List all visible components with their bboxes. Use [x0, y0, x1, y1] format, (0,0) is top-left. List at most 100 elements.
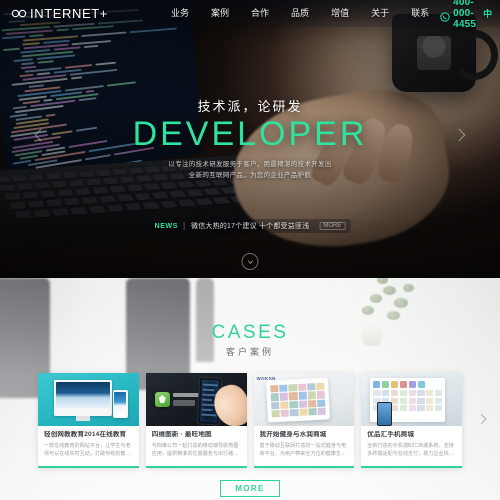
- thumbnail-cell: [270, 393, 279, 401]
- case-card-title: 四维图新 · 最旺地图: [152, 431, 241, 439]
- nav-item-business[interactable]: 业务: [160, 0, 200, 27]
- nav-item-value-added[interactable]: 增值: [320, 0, 360, 27]
- scroll-down-button[interactable]: [242, 253, 259, 270]
- cases-title-en: CASES: [0, 322, 500, 344]
- case-card-body: 四维图新 · 最旺地图 与四维公司一起打造的移动端导航地图应用，提供精准的位置服…: [146, 426, 247, 466]
- cases-next-button[interactable]: [476, 410, 490, 428]
- news-divider: [184, 222, 185, 230]
- thumbnail-cell: [298, 392, 307, 400]
- nav-item-cooperation[interactable]: 合作: [240, 0, 280, 27]
- case-card[interactable]: WOKSN 我开始健身与水润商城 基于移动互联网打造的一站式健身与电商平台，为用…: [254, 373, 355, 468]
- thumbnail-cell: [271, 410, 280, 418]
- store-tab-icon: [409, 381, 416, 388]
- case-card-body: 轻创网教教育2014在线教育 一款在线教育的网站平台，让学生与老师可以在线实时互…: [38, 426, 139, 466]
- thumbnail-cell: [317, 407, 326, 415]
- nav-menu: 业务 案例 合作 品质 增值 关于 联系: [160, 0, 440, 27]
- store-grid-cell: [409, 390, 416, 396]
- infinity-icon: [11, 8, 27, 19]
- thumbnail-cell: [298, 408, 307, 416]
- thumbnail-cell: [308, 408, 317, 416]
- thumbnail-cell: [280, 409, 289, 417]
- cases-section: CASES 客户案例 轻创网教教育2014在线教育 一款在线教育的网站平台，让学…: [0, 278, 500, 500]
- nav-item-cases[interactable]: 案例: [200, 0, 240, 27]
- case-card[interactable]: 四维图新 · 最旺地图 与四维公司一起打造的移动端导航地图应用，提供精准的位置服…: [146, 373, 247, 468]
- thumbnail-cell: [307, 400, 316, 408]
- store-grid-cell: [426, 398, 433, 404]
- store-grid-cell: [426, 405, 433, 411]
- monitor-screen: [56, 382, 110, 408]
- case-card-desc: 一款在线教育的网站平台，让学生与老师可以在线实时互动，打破传统的教学模式，更加便…: [44, 442, 133, 459]
- cases-more-button[interactable]: MORE: [220, 480, 280, 497]
- store-grid-cell: [435, 390, 442, 396]
- store-tab-icon: [373, 381, 380, 388]
- case-card-media: [361, 373, 462, 426]
- monitor-mockup: [54, 380, 112, 416]
- thumbnail-cell: [288, 384, 297, 392]
- store-tab-icon: [391, 381, 398, 388]
- thumbnail-cell: [271, 401, 280, 409]
- store-grid-cell: [409, 405, 416, 411]
- case-card[interactable]: 优品汇手机商城 全新打造的手机端B2C商城系统，支持多终端适配与在线支付，助力企…: [361, 373, 462, 468]
- case-card-title: 优品汇手机商城: [367, 431, 456, 439]
- thumbnail-cell: [270, 385, 279, 393]
- store-grid-cell: [417, 398, 424, 404]
- store-grid-cell: [417, 390, 424, 396]
- thumbnail-cell: [279, 393, 288, 401]
- store-tab-icon: [382, 381, 389, 388]
- thumbnail-cell: [307, 391, 316, 399]
- nav-item-about[interactable]: 关于: [360, 0, 400, 27]
- app-sub-bar: [173, 400, 195, 406]
- store-grid-cell: [435, 398, 442, 404]
- slider-next-button[interactable]: [452, 124, 470, 146]
- phone-screen: [114, 392, 126, 417]
- news-label: NEWS: [155, 223, 178, 230]
- slider-prev-button[interactable]: [30, 124, 48, 146]
- page-root: INTERNET+ 业务 案例 合作 品质 增值 关于 联系 400-000-4…: [0, 0, 500, 500]
- case-card[interactable]: 轻创网教教育2014在线教育 一款在线教育的网站平台，让学生与老师可以在线实时互…: [38, 373, 139, 468]
- hero-subtitle: 以专注的技术研发服务于客户，用最精湛的技术开发出 全新的互联网产品，为您的企业产…: [0, 159, 500, 182]
- tablet-screen: [268, 381, 328, 420]
- news-ticker[interactable]: NEWS 微信大热的17个建议 十个都受益匪浅 MORE: [150, 219, 351, 233]
- nav-item-contact[interactable]: 联系: [400, 0, 440, 27]
- hero-title-en: DEVELOPER: [0, 117, 500, 153]
- case-card-title: 轻创网教教育2014在线教育: [44, 431, 133, 439]
- phone-screen: [378, 403, 391, 425]
- thumbnail-cell: [316, 399, 325, 407]
- thumbnail-cell: [289, 401, 298, 409]
- store-grid-cell: [400, 390, 407, 396]
- hotline[interactable]: 400-000-4455: [440, 0, 476, 30]
- store-grid-cell: [426, 390, 433, 396]
- nav-right-group: 400-000-4455 中: [440, 0, 492, 30]
- store-grid-cell: [409, 398, 416, 404]
- thumbnail-cell: [306, 383, 315, 391]
- monitor-stand: [76, 416, 90, 421]
- case-card-desc: 与四维公司一起打造的移动端导航地图应用，提供精准的位置服务与出行路线规划方案。: [152, 442, 241, 459]
- phone-icon: [440, 9, 450, 19]
- store-grid-cell: [382, 390, 389, 396]
- case-card-desc: 全新打造的手机端B2C商城系统，支持多终端适配与在线支付，助力企业快速布局移动电…: [367, 442, 456, 459]
- store-grid-cell: [391, 398, 398, 404]
- store-grid-cell: [417, 405, 424, 411]
- language-switch[interactable]: 中: [483, 7, 492, 20]
- thumbnail-cell: [288, 392, 297, 400]
- store-grid-cell: [435, 405, 442, 411]
- case-card-title: 我开始健身与水润商城: [260, 431, 349, 439]
- site-logo[interactable]: INTERNET+: [11, 6, 108, 21]
- news-headline[interactable]: 微信大热的17个建议 十个都受益匪浅: [191, 221, 309, 231]
- store-tab-icon: [418, 381, 425, 388]
- news-more-button[interactable]: MORE: [319, 222, 345, 230]
- hero-banner: INTERNET+ 业务 案例 合作 品质 增值 关于 联系 400-000-4…: [0, 0, 500, 278]
- phone-mockup: [377, 402, 392, 426]
- top-navigation-bar: INTERNET+ 业务 案例 合作 品质 增值 关于 联系 400-000-4…: [0, 0, 500, 27]
- thumbnail-cell: [315, 383, 324, 391]
- hero-subtitle-line-1: 以专注的技术研发服务于客户，用最精湛的技术开发出: [0, 159, 500, 170]
- thumbnail-cell: [280, 401, 289, 409]
- cases-card-list: 轻创网教教育2014在线教育 一款在线教育的网站平台，让学生与老师可以在线实时互…: [0, 373, 500, 468]
- store-grid-cell: [373, 390, 380, 396]
- case-card-media: [38, 373, 139, 426]
- thumbnail-cell: [297, 384, 306, 392]
- nav-item-quality[interactable]: 品质: [280, 0, 320, 27]
- cases-heading: CASES 客户案例: [0, 278, 500, 358]
- thumbnail-cell: [298, 400, 307, 408]
- tablet-mockup: [265, 377, 329, 422]
